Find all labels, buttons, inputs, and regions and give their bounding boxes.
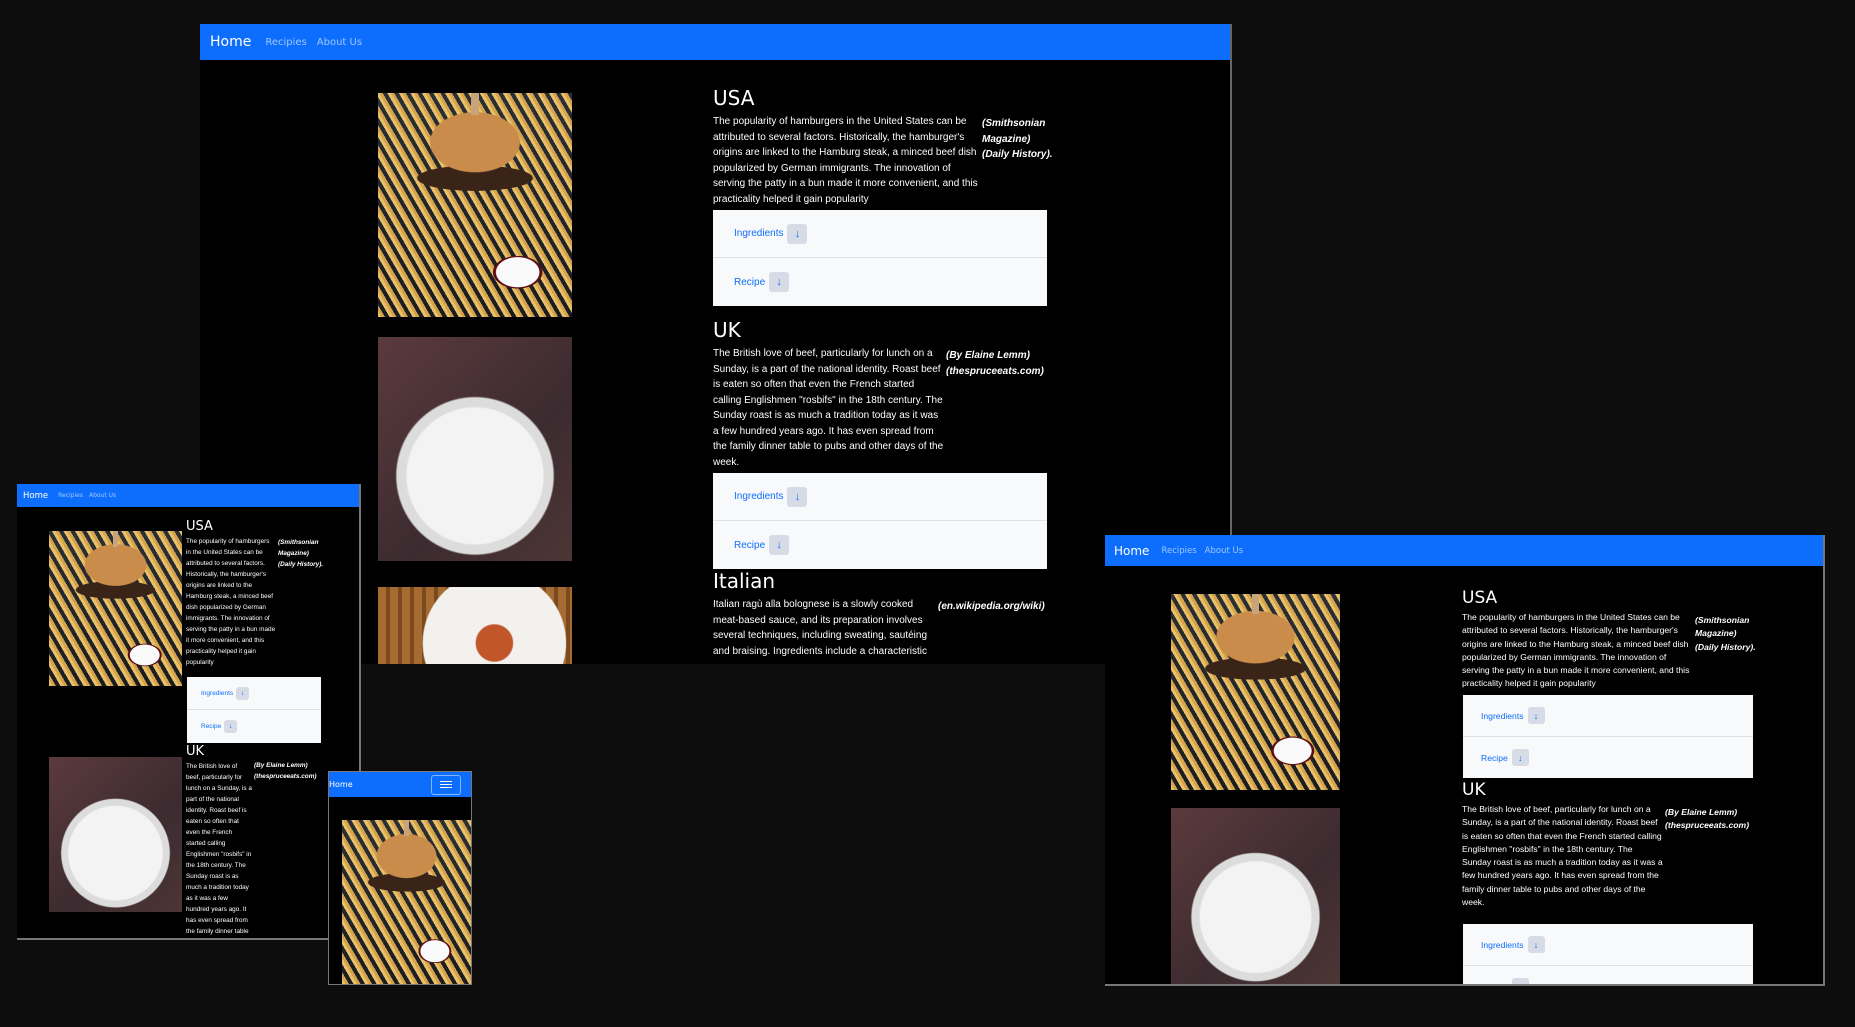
nav-home[interactable]: Home — [1114, 544, 1149, 558]
recipe-toggle[interactable]: Recipe ↓ — [187, 710, 321, 743]
recipe-toggle[interactable]: Recipe ↓ — [713, 521, 1047, 569]
ingredients-label: Ingredients — [201, 689, 234, 697]
nav-home[interactable]: Home — [210, 34, 251, 50]
steak-image — [49, 757, 182, 912]
ingredients-label: Ingredients — [1481, 710, 1524, 721]
italian-source: (en.wikipedia.org/wiki) — [938, 601, 1045, 612]
italian-title: Italian — [713, 569, 776, 593]
usa-text: The popularity of hamburgers in the Unit… — [186, 538, 276, 666]
tablet-window: Home Recipies About Us USA The popularit… — [17, 484, 361, 940]
recipe-label: Recipe — [734, 276, 766, 288]
arrow-down-icon: ↓ — [787, 223, 808, 244]
ingredients-toggle[interactable]: Ingredients ↓ — [1463, 695, 1753, 737]
usa-section: USA The popularity of hamburgers in the … — [713, 86, 1053, 207]
italian-text: Italian ragù alla bolognese is a slowly … — [713, 599, 928, 657]
pasta-image — [378, 587, 572, 664]
laptop-window: Home Recipies About Us USA The popularit… — [1105, 535, 1825, 986]
ingredients-toggle[interactable]: Ingredients ↓ — [713, 473, 1047, 521]
arrow-down-icon: ↓ — [1527, 707, 1545, 724]
navbar: Home Recipies About Us — [1105, 535, 1823, 566]
usa-source: (Smithsonian Magazine) (Daily History). — [1695, 615, 1756, 652]
recipe-toggle[interactable]: Recipe ↓ — [1463, 966, 1753, 985]
recipe-toggle[interactable]: Recipe ↓ — [713, 258, 1047, 306]
nav-about[interactable]: About Us — [317, 37, 362, 48]
nav-recipes[interactable]: Recipies — [265, 37, 306, 48]
mobile-window: Home — [328, 771, 472, 985]
arrow-down-icon: ↓ — [236, 686, 250, 700]
uk-title: UK — [1462, 780, 1486, 800]
ingredients-label: Ingredients — [1481, 939, 1524, 950]
uk-title: UK — [713, 318, 741, 342]
usa-source: (Smithsonian Magazine) (Daily History). — [278, 539, 324, 568]
recipe-label: Recipe — [734, 539, 766, 551]
arrow-down-icon: ↓ — [224, 720, 238, 733]
navbar: Home — [329, 772, 471, 797]
italian-section: Italian Italian ragù alla bolognese is a… — [713, 569, 1053, 659]
recipe-label: Recipe — [1481, 752, 1508, 763]
ingredients-label: Ingredients — [734, 228, 784, 239]
ingredients-label: Ingredients — [734, 491, 784, 502]
arrow-down-icon: ↓ — [769, 535, 790, 555]
usa-title: USA — [186, 519, 213, 534]
ingredients-toggle[interactable]: Ingredients ↓ — [1463, 924, 1753, 966]
arrow-down-icon: ↓ — [1527, 936, 1545, 953]
uk-section: UK The British love of beef, particularl… — [1462, 780, 1762, 909]
usa-title: USA — [713, 86, 755, 110]
nav-recipes[interactable]: Recipies — [1161, 546, 1196, 556]
arrow-down-icon: ↓ — [1511, 749, 1529, 766]
usa-accordion: Ingredients ↓ Recipe ↓ — [187, 677, 321, 743]
arrow-down-icon: ↓ — [787, 486, 808, 507]
uk-accordion: Ingredients ↓ Recipe ↓ — [713, 473, 1047, 569]
burger-image — [1171, 594, 1340, 790]
uk-text: The British love of beef, particularly f… — [186, 763, 252, 935]
uk-source: (By Elaine Lemm) (thespruceeats.com) — [946, 350, 1044, 377]
uk-title: UK — [186, 744, 205, 759]
nav-home[interactable]: Home — [23, 491, 48, 501]
uk-section: UK The British love of beef, particularl… — [713, 318, 1053, 470]
usa-section: USA The popularity of hamburgers in the … — [186, 519, 336, 668]
uk-source: (By Elaine Lemm) (thespruceeats.com) — [1665, 807, 1750, 831]
usa-accordion: Ingredients ↓ Recipe ↓ — [1463, 695, 1753, 778]
nav-recipes[interactable]: Recipies — [58, 492, 83, 499]
recipe-toggle[interactable]: Recipe ↓ — [1463, 737, 1753, 778]
usa-title: USA — [1462, 588, 1498, 608]
uk-source: (By Elaine Lemm) (thespruceeats.com) — [254, 762, 317, 780]
usa-text: The popularity of hamburgers in the Unit… — [713, 116, 978, 205]
uk-section: UK The British love of beef, particularl… — [186, 744, 336, 938]
recipe-label: Recipe — [1481, 982, 1508, 985]
navbar: Home Recipies About Us — [17, 484, 359, 507]
uk-accordion: Ingredients ↓ Recipe ↓ — [1463, 924, 1753, 985]
nav-about[interactable]: About Us — [89, 492, 116, 499]
usa-accordion: Ingredients ↓ Recipe ↓ — [713, 210, 1047, 306]
steak-image — [378, 337, 572, 561]
usa-source: (Smithsonian Magazine) (Daily History). — [982, 118, 1053, 160]
uk-text: The British love of beef, particularly f… — [713, 348, 944, 468]
hamburger-menu-icon[interactable] — [431, 774, 461, 795]
burger-image — [342, 820, 471, 984]
usa-text: The popularity of hamburgers in the Unit… — [1462, 612, 1690, 689]
steak-image — [1171, 808, 1340, 984]
uk-text: The British love of beef, particularly f… — [1462, 804, 1663, 908]
nav-about[interactable]: About Us — [1205, 546, 1243, 556]
burger-image — [49, 531, 182, 686]
ingredients-toggle[interactable]: Ingredients ↓ — [713, 210, 1047, 258]
navbar: Home Recipies About Us — [200, 24, 1230, 60]
recipe-label: Recipe — [201, 723, 222, 730]
nav-home[interactable]: Home — [329, 780, 353, 789]
usa-section: USA The popularity of hamburgers in the … — [1462, 588, 1762, 691]
burger-image — [378, 93, 572, 317]
ingredients-toggle[interactable]: Ingredients ↓ — [187, 677, 321, 710]
arrow-down-icon: ↓ — [769, 272, 790, 292]
arrow-down-icon: ↓ — [1511, 978, 1529, 984]
